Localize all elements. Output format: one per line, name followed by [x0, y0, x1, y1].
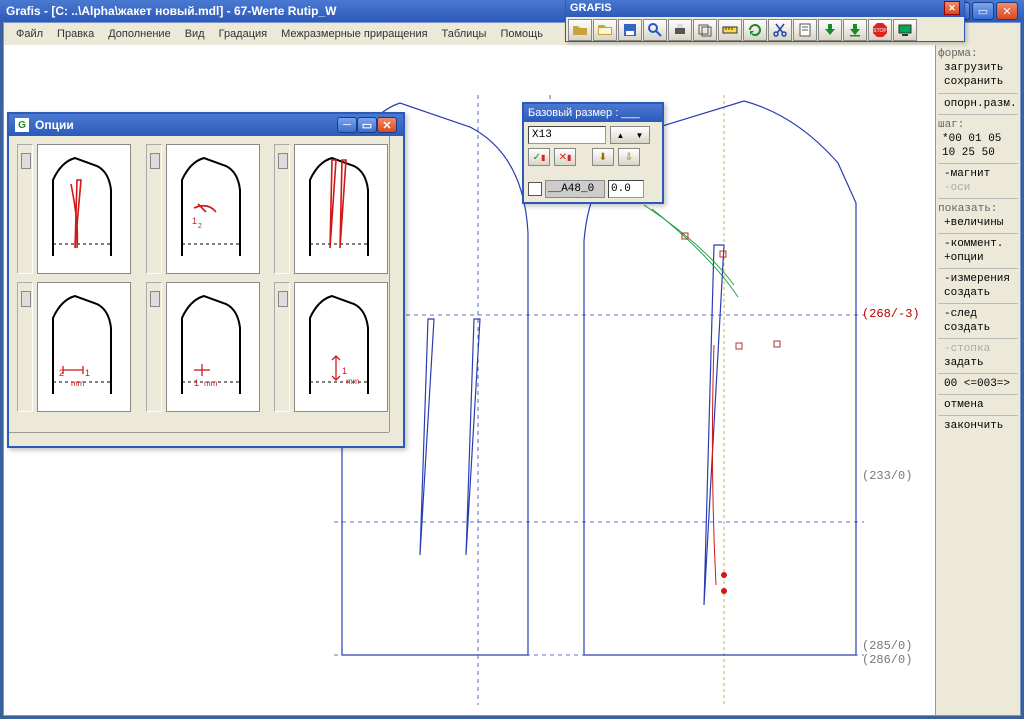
os-close-button[interactable]: ✕: [996, 2, 1018, 20]
option-thumb-4[interactable]: 2 1mm: [17, 282, 138, 412]
cmd-trace[interactable]: -след: [938, 307, 1018, 321]
cmd-measurements[interactable]: -измерения: [938, 272, 1018, 286]
svg-text:STOP: STOP: [873, 28, 887, 34]
tool-ruler-icon[interactable]: [718, 19, 742, 41]
tool-refresh-icon[interactable]: [743, 19, 767, 41]
point-label-2: (233/0): [862, 469, 912, 483]
cmd-comment[interactable]: -коммент.: [938, 237, 1018, 251]
tool-print-icon[interactable]: [668, 19, 692, 41]
tool-stack-icon[interactable]: [693, 19, 717, 41]
menu-view[interactable]: Вид: [179, 26, 211, 42]
bs-check-red-on-icon[interactable]: ✓▮: [528, 148, 550, 166]
options-body: 12 21mm 1mm 1mm: [9, 136, 403, 446]
svg-text:2: 2: [198, 223, 202, 230]
menu-tables[interactable]: Таблицы: [436, 26, 493, 42]
grafis-toolbar-close[interactable]: ✕: [944, 1, 960, 15]
form-label: форма:: [938, 47, 1018, 61]
tool-stop-icon[interactable]: STOP: [868, 19, 892, 41]
grafis-toolbar[interactable]: GRAFIS ✕ STOP: [565, 0, 965, 42]
cmd-stack: -стопка: [938, 342, 1018, 356]
bs-arrow-down-1-icon[interactable]: ⬇: [592, 148, 614, 166]
point-label-3: (285/0): [862, 639, 912, 653]
base-size-select[interactable]: X13: [528, 126, 606, 144]
tool-save-icon[interactable]: [618, 19, 642, 41]
options-maximize[interactable]: ▭: [357, 117, 377, 133]
options-minimize[interactable]: ─: [337, 117, 357, 133]
option-thumb-6[interactable]: 1mm: [274, 282, 395, 412]
bs-x-red-icon[interactable]: ✕▮: [554, 148, 576, 166]
svg-text:1: 1: [85, 368, 90, 378]
option-slider-3[interactable]: [274, 144, 290, 274]
step-label: шаг:: [938, 118, 1018, 132]
tool-open-icon[interactable]: [568, 19, 592, 41]
cmd-create-2[interactable]: создать: [938, 321, 1018, 335]
base-size-spinner[interactable]: ▲▼: [610, 126, 650, 144]
paging-indicator[interactable]: 00 <=003=>: [938, 377, 1018, 391]
step-row-2[interactable]: 10 25 50: [938, 146, 1018, 160]
cmd-axes: -оси: [938, 181, 1018, 195]
os-maximize-button[interactable]: ▭: [972, 2, 994, 20]
grafis-toolbar-title[interactable]: GRAFIS ✕: [566, 0, 964, 17]
svg-text:1: 1: [194, 378, 199, 388]
bs-param-checkbox[interactable]: [528, 182, 542, 196]
svg-text:mm: mm: [204, 379, 218, 388]
menu-intersize[interactable]: Межразмерные приращения: [275, 26, 433, 42]
options-window[interactable]: G Опции ─ ▭ ✕ 12 21mm: [7, 112, 405, 448]
bs-param-name: __A48_0: [545, 180, 605, 198]
tool-note-icon[interactable]: [793, 19, 817, 41]
svg-text:mm: mm: [71, 379, 85, 388]
svg-text:2: 2: [59, 368, 64, 378]
tool-down2-icon[interactable]: [843, 19, 867, 41]
cmd-opor[interactable]: опорн.разм.: [938, 97, 1018, 111]
point-label-1: (268/-3): [862, 307, 920, 321]
tool-cut-icon[interactable]: [768, 19, 792, 41]
options-icon: G: [15, 118, 29, 132]
bs-param-value[interactable]: 0.0: [608, 180, 644, 198]
menu-help[interactable]: Помощь: [494, 26, 549, 42]
cmd-cancel[interactable]: отмена: [938, 398, 1018, 412]
cmd-save[interactable]: сохранить: [938, 75, 1018, 89]
option-slider-2[interactable]: [146, 144, 162, 274]
option-thumb-1[interactable]: [17, 144, 138, 274]
show-label: показать:: [938, 202, 1018, 216]
tool-zoom-icon[interactable]: [643, 19, 667, 41]
svg-text:1: 1: [192, 216, 197, 226]
cmd-finish[interactable]: закончить: [938, 419, 1018, 433]
step-row-1[interactable]: *00 01 05: [938, 132, 1018, 146]
options-close[interactable]: ✕: [377, 117, 397, 133]
base-size-window[interactable]: Базовый размер : ___ X13 ▲▼ ✓▮ ✕▮ ⬇ ⇩ __…: [522, 102, 664, 204]
options-titlebar[interactable]: G Опции ─ ▭ ✕: [9, 114, 403, 136]
option-thumb-3[interactable]: [274, 144, 395, 274]
svg-text:mm: mm: [346, 377, 360, 386]
base-size-title-text: Базовый размер : ___: [528, 107, 640, 119]
options-vscrollbar[interactable]: [389, 136, 403, 432]
menu-grading[interactable]: Градация: [213, 26, 274, 42]
tool-folder-icon[interactable]: [593, 19, 617, 41]
option-slider-5[interactable]: [146, 282, 162, 412]
grafis-toolbar-title-text: GRAFIS: [570, 2, 612, 14]
tool-down1-icon[interactable]: [818, 19, 842, 41]
cmd-options[interactable]: +опции: [938, 251, 1018, 265]
menu-file[interactable]: Файл: [10, 26, 49, 42]
svg-text:1: 1: [342, 366, 347, 376]
cmd-set[interactable]: задать: [938, 356, 1018, 370]
point-label-4: (286/0): [862, 653, 912, 667]
tool-screen-icon[interactable]: [893, 19, 917, 41]
options-hscrollbar[interactable]: [9, 432, 389, 446]
base-size-titlebar[interactable]: Базовый размер : ___: [524, 104, 662, 122]
cmd-show-values[interactable]: +величины: [938, 216, 1018, 230]
option-slider-4[interactable]: [17, 282, 33, 412]
cmd-magnet[interactable]: -магнит: [938, 167, 1018, 181]
cmd-create-1[interactable]: создать: [938, 286, 1018, 300]
bs-arrow-down-2-icon[interactable]: ⇩: [618, 148, 640, 166]
option-thumb-2[interactable]: 12: [146, 144, 267, 274]
options-title-text: Опции: [35, 118, 74, 132]
option-slider-6[interactable]: [274, 282, 290, 412]
option-slider-1[interactable]: [17, 144, 33, 274]
menu-addon[interactable]: Дополнение: [102, 26, 176, 42]
option-thumb-5[interactable]: 1 mm: [146, 282, 267, 412]
command-panel: форма: загрузить сохранить опорн.разм. ш…: [935, 45, 1020, 715]
menu-edit[interactable]: Правка: [51, 26, 100, 42]
cmd-load[interactable]: загрузить: [938, 61, 1018, 75]
